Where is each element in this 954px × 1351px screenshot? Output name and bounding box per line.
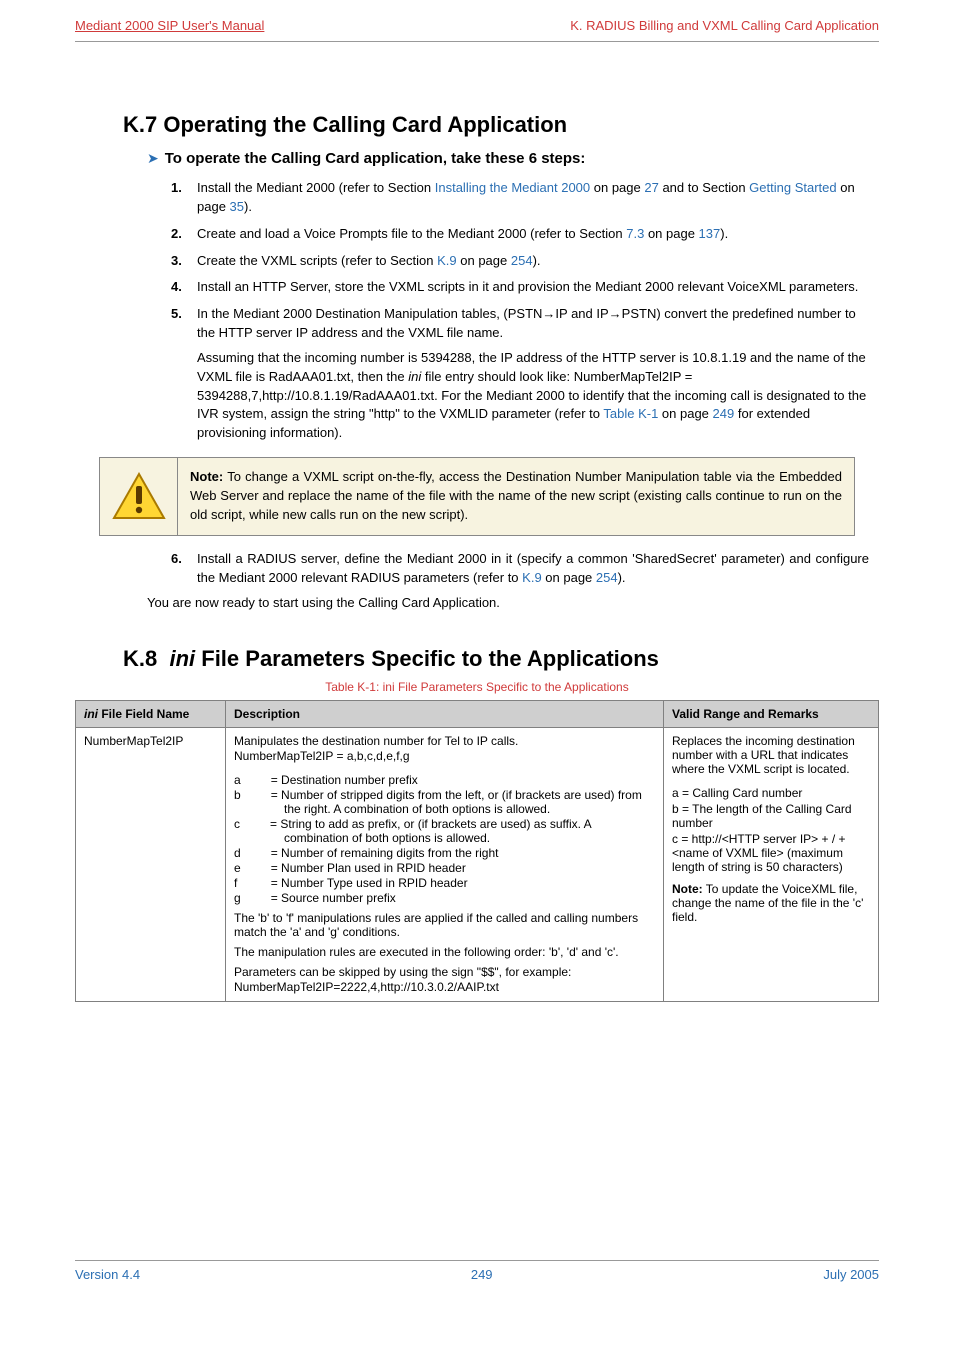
note-box: Note: To change a VXML script on-the-fly…	[99, 457, 855, 536]
page-footer: Version 4.4 249 July 2005	[75, 1260, 879, 1282]
section-heading: K.7 Operating the Calling Card Applicati…	[123, 112, 879, 138]
header-right: K. RADIUS Billing and VXML Calling Card …	[570, 18, 879, 33]
step-number: 4.	[171, 278, 191, 297]
link-page-27[interactable]: 27	[644, 180, 658, 195]
step-number: 1.	[171, 179, 191, 217]
step-number: 2.	[171, 225, 191, 244]
link-installing[interactable]: Installing the Mediant 2000	[435, 180, 590, 195]
link-section-7-3[interactable]: 7.3	[626, 226, 644, 241]
arrow-right-icon: ➤	[147, 150, 159, 167]
table-caption: Table K-1: ini File Parameters Specific …	[75, 680, 879, 694]
step-body: In the Mediant 2000 Destination Manipula…	[197, 305, 869, 443]
th-desc: Description	[226, 701, 664, 728]
step-body: Install an HTTP Server, store the VXML s…	[197, 278, 869, 297]
step-5: 5. In the Mediant 2000 Destination Manip…	[171, 305, 869, 443]
note-icon-cell	[100, 458, 178, 535]
link-getting-started[interactable]: Getting Started	[749, 180, 836, 195]
note-label: Note:	[190, 469, 223, 484]
link-section-k9-b[interactable]: K.9	[522, 570, 542, 585]
table-row: NumberMapTel2IP Manipulates the destinat…	[76, 728, 879, 1002]
table-section-heading: K.8 ini File Parameters Specific to the …	[123, 646, 879, 672]
step-body: Install the Mediant 2000 (refer to Secti…	[197, 179, 869, 217]
link-page-254-b[interactable]: 254	[596, 570, 618, 585]
step-2: 2. Create and load a Voice Prompts file …	[171, 225, 869, 244]
step-body: Create the VXML scripts (refer to Sectio…	[197, 252, 869, 271]
link-page-249[interactable]: 249	[713, 406, 735, 421]
step-body: Create and load a Voice Prompts file to …	[197, 225, 869, 244]
footer-date: July 2005	[823, 1267, 879, 1282]
step-number: 3.	[171, 252, 191, 271]
cell-valid: Replaces the incoming destination number…	[664, 728, 879, 1002]
link-section-k9[interactable]: K.9	[437, 253, 457, 268]
procedure-intro: ➤ To operate the Calling Card applicatio…	[147, 150, 879, 167]
step-4: 4. Install an HTTP Server, store the VXM…	[171, 278, 869, 297]
table-header-row: ini File Field Name Description Valid Ra…	[76, 701, 879, 728]
cell-desc: Manipulates the destination number for T…	[226, 728, 664, 1002]
step-number: 5.	[171, 305, 191, 443]
warning-icon	[112, 472, 166, 520]
th-ini: ini File Field Name	[76, 701, 226, 728]
link-page-254[interactable]: 254	[511, 253, 533, 268]
step-6: 6. Install a RADIUS server, define the M…	[171, 550, 869, 588]
step-1: 1. Install the Mediant 2000 (refer to Se…	[171, 179, 869, 217]
page-header: Mediant 2000 SIP User's Manual K. RADIUS…	[75, 0, 879, 42]
step-number: 6.	[171, 550, 191, 588]
link-page-137[interactable]: 137	[699, 226, 721, 241]
link-page-35[interactable]: 35	[230, 199, 244, 214]
footer-page-number: 249	[471, 1267, 493, 1282]
note-content: Note: To change a VXML script on-the-fly…	[178, 458, 854, 535]
step-3: 3. Create the VXML scripts (refer to Sec…	[171, 252, 869, 271]
footer-version: Version 4.4	[75, 1267, 140, 1282]
procedure-label: To operate the Calling Card application,…	[165, 150, 586, 167]
th-valid: Valid Range and Remarks	[664, 701, 879, 728]
ready-text: You are now ready to start using the Cal…	[147, 595, 879, 610]
params-table: ini File Field Name Description Valid Ra…	[75, 700, 879, 1002]
link-table-k1[interactable]: Table K-1	[603, 406, 658, 421]
cell-ini: NumberMapTel2IP	[76, 728, 226, 1002]
step-body: Install a RADIUS server, define the Medi…	[197, 550, 869, 588]
header-left: Mediant 2000 SIP User's Manual	[75, 18, 264, 33]
